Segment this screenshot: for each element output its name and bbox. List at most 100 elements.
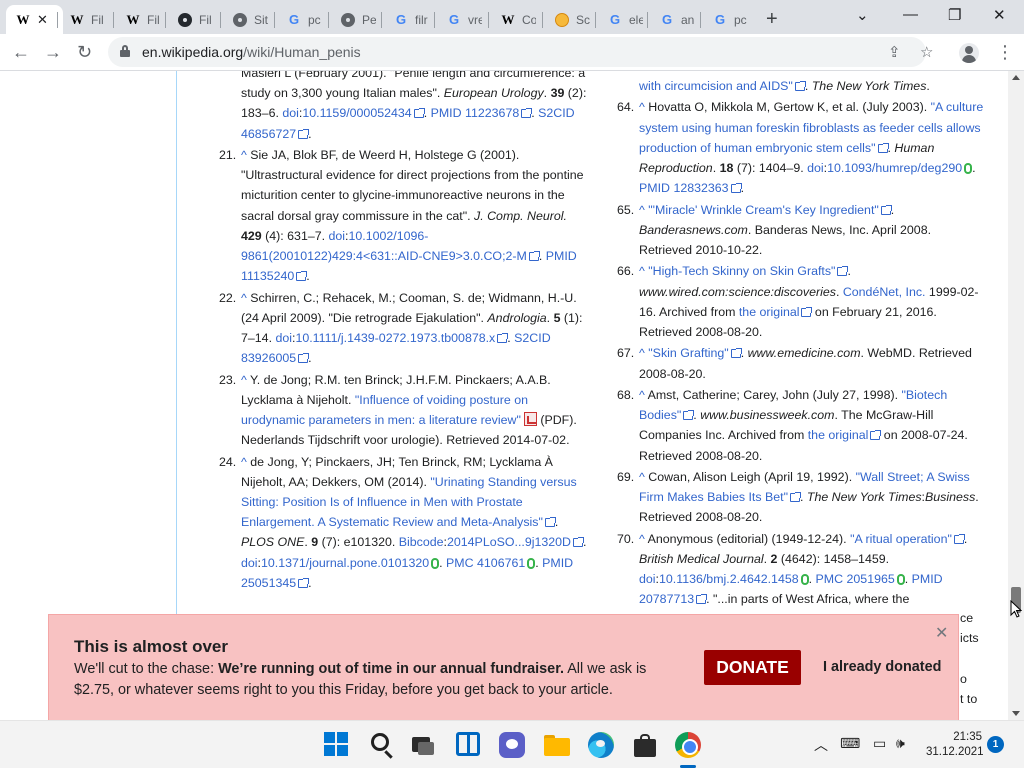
- url-text[interactable]: en.wikipedia.org/wiki/Human_penis: [142, 44, 361, 60]
- back-button[interactable]: ←: [12, 42, 30, 63]
- new-tab-button[interactable]: +: [766, 8, 778, 31]
- minimize-button[interactable]: —: [903, 6, 918, 23]
- search-icon[interactable]: [371, 733, 389, 751]
- reference-link[interactable]: "'Miracle' Wrinkle Cream's Key Ingredien…: [648, 203, 879, 217]
- reference-link[interactable]: 10.1111/j.1439-0272.1973.tb00878.x: [295, 331, 495, 345]
- reference-link[interactable]: Bibcode: [399, 535, 444, 549]
- external-link-icon: [880, 204, 892, 215]
- forward-button[interactable]: →: [44, 42, 62, 63]
- external-link-icon: [870, 430, 882, 441]
- reference-link[interactable]: PMC: [446, 556, 474, 570]
- reference-link[interactable]: 4106761: [477, 556, 525, 570]
- external-link-icon: [298, 128, 310, 139]
- browser-tab[interactable]: Sit: [223, 5, 273, 34]
- reference-link[interactable]: the original: [739, 305, 800, 319]
- reference-link[interactable]: PMID: [542, 556, 573, 570]
- close-icon[interactable]: ✕: [935, 623, 948, 643]
- tab-search-button[interactable]: ⌄: [856, 6, 869, 24]
- chrome-menu-icon[interactable]: ⋮: [996, 42, 1014, 63]
- browser-tab[interactable]: Gfilr: [384, 5, 434, 34]
- notification-badge[interactable]: 1: [987, 736, 1004, 753]
- reference-link[interactable]: doi: [275, 331, 292, 345]
- reference-link[interactable]: 2014PLoSO...9j1320D: [447, 535, 571, 549]
- profile-avatar-icon[interactable]: [959, 43, 979, 63]
- microsoft-store-icon[interactable]: [632, 732, 658, 758]
- reference-link[interactable]: PMID: [912, 572, 943, 586]
- close-tab-icon[interactable]: ✕: [37, 12, 48, 28]
- system-clock[interactable]: 21:35 31.12.2021: [926, 730, 984, 760]
- volume-icon[interactable]: 🕪: [896, 735, 905, 752]
- backlink-caret[interactable]: ^: [639, 203, 645, 217]
- reference-link[interactable]: 20787713: [639, 592, 694, 606]
- reference-link[interactable]: doi: [807, 161, 824, 175]
- reference-link[interactable]: 10.1159/000052434: [302, 106, 411, 120]
- edge-browser-icon[interactable]: [588, 732, 614, 758]
- reference-link[interactable]: S2CID: [514, 331, 551, 345]
- widgets-icon[interactable]: [456, 732, 480, 756]
- reference-link[interactable]: "High-Tech Skinny on Skin Grafts": [648, 264, 835, 278]
- reference-link[interactable]: 46856727: [241, 127, 296, 141]
- reload-button[interactable]: ↻: [77, 42, 92, 63]
- reference-link[interactable]: 11135240: [241, 269, 294, 283]
- reference-link[interactable]: doi: [241, 556, 258, 570]
- reference-link[interactable]: S2CID: [538, 106, 575, 120]
- reference-link[interactable]: 10.1093/humrep/deg290: [827, 161, 962, 175]
- bookmark-star-icon[interactable]: ☆: [920, 43, 933, 61]
- browser-tab[interactable]: W Fil: [116, 5, 166, 34]
- reference-link[interactable]: PMID: [546, 249, 577, 263]
- reference-link[interactable]: 10.1371/journal.pone.0101320: [261, 556, 429, 570]
- reference-link[interactable]: the original: [808, 428, 869, 442]
- reference-link[interactable]: 11223678: [465, 106, 519, 120]
- reference-link[interactable]: 12832363: [673, 181, 728, 195]
- browser-tab[interactable]: Pe: [331, 5, 381, 34]
- task-view-icon[interactable]: [410, 732, 436, 758]
- browser-tab[interactable]: Gpc: [277, 5, 327, 34]
- browser-tab[interactable]: Gpc: [703, 5, 753, 34]
- chrome-browser-icon[interactable]: [675, 732, 701, 758]
- reference-link[interactable]: CondéNet, Inc.: [843, 285, 926, 299]
- reference-link[interactable]: 2051965: [847, 572, 895, 586]
- teams-chat-icon[interactable]: [499, 732, 525, 758]
- show-hidden-icons-chevron-icon[interactable]: ︿: [814, 735, 828, 755]
- share-icon[interactable]: ⇪: [888, 43, 901, 61]
- close-window-button[interactable]: ✕: [993, 6, 1006, 24]
- network-icon[interactable]: ▭: [873, 735, 886, 752]
- browser-tab[interactable]: W Co: [491, 5, 541, 34]
- windows-start-icon[interactable]: [324, 732, 350, 758]
- scroll-down-arrow-icon[interactable]: [1012, 711, 1020, 716]
- lock-icon[interactable]: [120, 45, 130, 57]
- browser-tab[interactable]: Gvre: [437, 5, 487, 34]
- scroll-up-arrow-icon[interactable]: [1012, 75, 1020, 80]
- reference-link[interactable]: doi: [329, 229, 346, 243]
- browser-tab[interactable]: Sc: [545, 5, 595, 34]
- donate-button[interactable]: DONATE: [704, 650, 801, 685]
- reference-link[interactable]: PMC: [816, 572, 844, 586]
- reference-link[interactable]: 83926005: [241, 351, 296, 365]
- browser-tab[interactable]: W ✕: [6, 5, 63, 34]
- backlink-caret[interactable]: ^: [639, 346, 645, 360]
- browser-tab[interactable]: W Fil: [60, 5, 110, 34]
- reference-item: with circumcision and AIDS". The New Yor…: [617, 76, 987, 96]
- address-bar[interactable]: en.wikipedia.org/wiki/Human_penis ⇪ ☆: [108, 37, 933, 67]
- browser-tab[interactable]: Gan: [650, 5, 700, 34]
- reference-link[interactable]: with circumcision and AIDS": [639, 79, 793, 93]
- citation-volume: 39: [550, 86, 565, 101]
- maximize-button[interactable]: ❐: [948, 6, 961, 24]
- page-scrollbar[interactable]: [1008, 71, 1024, 720]
- reference-link[interactable]: doi: [282, 106, 299, 120]
- reference-link[interactable]: 10.1136/bmj.2.4642.1458: [659, 572, 799, 586]
- reference-link[interactable]: "Skin Grafting": [648, 346, 728, 360]
- browser-tab[interactable]: Fil: [168, 5, 218, 34]
- backlink-caret[interactable]: ^: [639, 264, 645, 278]
- reference-link[interactable]: PMID: [639, 181, 670, 195]
- reference-link[interactable]: doi: [639, 572, 656, 586]
- mouse-cursor-icon: [1010, 600, 1022, 618]
- reference-link[interactable]: 25051345: [241, 576, 296, 590]
- reference-link[interactable]: PMID: [431, 106, 462, 120]
- file-explorer-icon[interactable]: [544, 732, 570, 758]
- keyboard-icon[interactable]: ⌨: [840, 735, 860, 752]
- already-donated-link[interactable]: I already donated: [823, 659, 941, 675]
- reference-link[interactable]: "A ritual operation": [850, 532, 952, 546]
- external-link-icon: [837, 266, 849, 277]
- browser-tab[interactable]: Gele: [598, 5, 648, 34]
